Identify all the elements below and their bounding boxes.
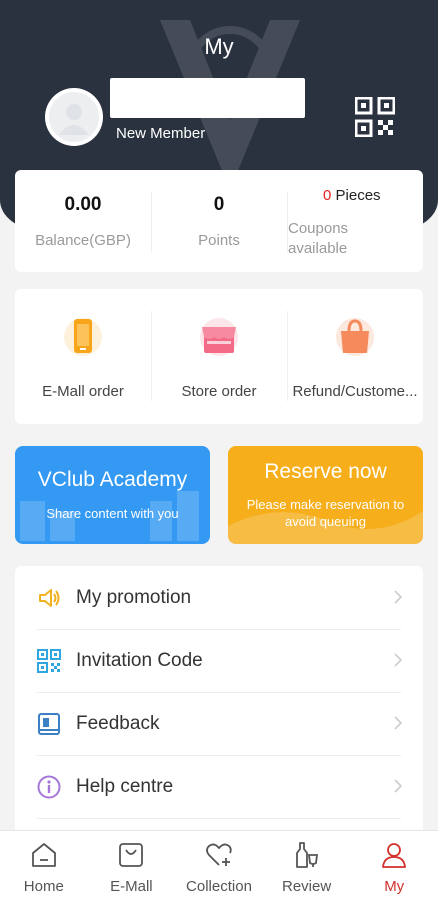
points-label: Points — [198, 232, 240, 249]
avatar[interactable] — [45, 88, 103, 146]
menu-item-label: Feedback — [76, 713, 160, 734]
chevron-right-icon — [394, 653, 403, 667]
menu-item-feedback[interactable]: Feedback — [15, 692, 423, 755]
emall-order-button[interactable]: E-Mall order — [15, 289, 151, 424]
user-placeholder-icon — [59, 104, 89, 135]
store-order-button[interactable]: Store order — [151, 289, 287, 424]
tab-my[interactable]: My — [350, 831, 438, 900]
order-label: E-Mall order — [42, 383, 124, 400]
balance-value: 0.00 — [64, 194, 102, 215]
tab-collection[interactable]: Collection — [175, 831, 263, 900]
coupons-count: 0 Pieces — [323, 187, 381, 204]
menu-item-invitation-code[interactable]: Invitation Code — [15, 629, 423, 692]
member-level-label: New Member — [116, 125, 206, 142]
tab-label: Collection — [186, 878, 252, 895]
reserve-subtitle: Please make reservation to avoid queuing — [246, 497, 405, 529]
chevron-right-icon — [394, 716, 403, 730]
points-value: 0 — [213, 194, 225, 215]
store-icon — [200, 318, 238, 356]
tab-label: Home — [23, 878, 64, 895]
speaker-icon — [39, 589, 60, 607]
balance-stat[interactable]: 0.00 Balance(GBP) — [15, 170, 151, 272]
account-stats-card: 0.00 Balance(GBP) 0 Points 0 Pieces Coup… — [15, 170, 423, 272]
home-icon — [31, 843, 56, 867]
page-title: My — [204, 34, 234, 59]
order-label: Store order — [181, 383, 257, 400]
order-label: Refund/Custome... — [292, 383, 418, 400]
orders-card: E-Mall order Store order Refund/Custome.… — [15, 289, 423, 424]
qr-code-icon[interactable] — [355, 97, 395, 137]
menu-item-label: Help centre — [76, 776, 174, 797]
menu-item-my-promotion[interactable]: My promotion — [15, 566, 423, 629]
phone-icon — [64, 318, 102, 356]
academy-title: VClub Academy — [37, 468, 188, 491]
tab-home[interactable]: Home — [0, 831, 88, 900]
chevron-right-icon — [394, 590, 403, 604]
tab-emall[interactable]: E-Mall — [88, 831, 176, 900]
menu-item-label: My promotion — [76, 587, 192, 608]
person-icon — [382, 843, 407, 868]
menu-item-help-centre[interactable]: Help centre — [15, 755, 423, 818]
shopping-bag-icon — [119, 843, 144, 867]
divider — [37, 818, 401, 819]
heart-icon — [206, 843, 232, 866]
menu-list: My promotion Invitation Code Feedback He… — [15, 566, 423, 836]
academy-subtitle: Share content with you — [46, 506, 179, 521]
tab-label: My — [384, 878, 405, 895]
reserve-now-banner[interactable]: Reserve now Please make reservation to a… — [228, 446, 423, 544]
qr-code-icon — [37, 649, 61, 673]
tab-label: Review — [282, 878, 332, 895]
reserve-title: Reserve now — [264, 460, 387, 483]
coupons-label: Coupons available — [288, 220, 349, 257]
points-stat[interactable]: 0 Points — [151, 170, 287, 272]
bottom-tab-bar: Home E-Mall Collection Review My — [0, 830, 438, 900]
tab-label: E-Mall — [110, 878, 153, 895]
vclub-academy-banner[interactable]: VClub Academy Share content with you — [15, 446, 210, 544]
bottles-icon — [295, 842, 318, 868]
username-field[interactable] — [110, 78, 305, 118]
refund-customer-service-button[interactable]: Refund/Custome... — [287, 289, 423, 424]
info-icon — [37, 775, 61, 799]
balance-label: Balance(GBP) — [35, 232, 131, 249]
tab-review[interactable]: Review — [263, 831, 351, 900]
chevron-right-icon — [394, 779, 403, 793]
feedback-icon — [38, 713, 60, 735]
menu-item-label: Invitation Code — [76, 650, 203, 671]
shopping-bag-icon — [336, 318, 374, 356]
